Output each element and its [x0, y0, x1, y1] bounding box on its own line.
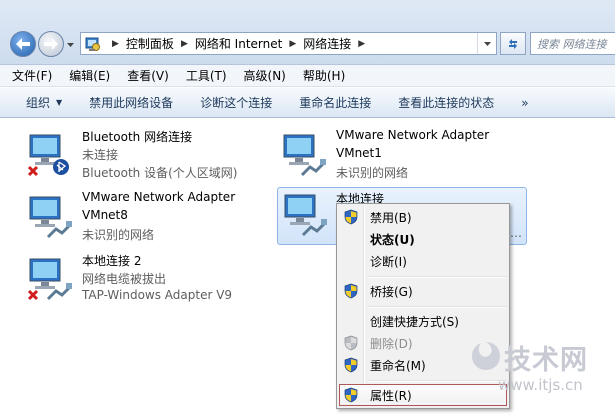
network-adapter-icon	[27, 258, 72, 301]
connection-name: VMware Network Adapter	[336, 128, 490, 142]
network-adapter-icon	[284, 194, 327, 237]
menu-file[interactable]: 文件(F)	[12, 67, 52, 84]
menu-view[interactable]: 查看(V)	[127, 67, 169, 84]
menu-advanced[interactable]: 高级(N)	[244, 67, 286, 84]
menu-item-label: 桥接(G)	[370, 284, 413, 299]
uac-shield-icon	[344, 209, 358, 225]
menu-item-bridge[interactable]: 桥接(G)	[339, 280, 507, 302]
address-box[interactable]: ▶ 控制面板 ▶ 网络和 Internet ▶ 网络连接 ▶	[80, 32, 497, 55]
network-adapter-icon	[27, 134, 69, 177]
uac-shield-icon	[344, 387, 358, 403]
arrow-left-icon	[16, 38, 30, 50]
breadcrumb-control-panel[interactable]: 控制面板	[126, 35, 174, 52]
breadcrumb-chevron-icon[interactable]: ▶	[112, 39, 119, 49]
recent-pages-dropdown[interactable]	[66, 40, 75, 49]
rename-connection-button[interactable]: 重命名此连接	[299, 94, 371, 111]
menu-item-status[interactable]: 状态(U)	[339, 228, 507, 250]
organize-button[interactable]: 组织 ▼	[26, 94, 62, 111]
connection-name: VMware Network Adapter	[82, 190, 236, 204]
connection-name: Bluetooth 网络连接	[82, 130, 193, 144]
list-item-vmnet1[interactable]: VMware Network Adapter VMnet1 未识别的网络	[280, 128, 510, 184]
menu-item-disable[interactable]: 禁用(B)	[339, 206, 507, 228]
breadcrumb-chevron-icon[interactable]: ▶	[181, 39, 188, 49]
refresh-button[interactable]	[500, 32, 526, 55]
command-bar: 组织 ▼ 禁用此网络设备 诊断这个连接 重命名此连接 查看此连接的状态 »	[0, 88, 615, 118]
view-status-button[interactable]: 查看此连接的状态	[398, 94, 494, 111]
diagnose-connection-button[interactable]: 诊断这个连接	[200, 94, 272, 111]
organize-label: 组织	[26, 96, 51, 110]
forward-button[interactable]	[38, 31, 64, 57]
menu-item-label: 属性(R)	[370, 388, 412, 403]
connection-device: TAP-Windows Adapter V9	[82, 288, 233, 302]
menu-separator	[367, 276, 507, 278]
breadcrumb-network-internet[interactable]: 网络和 Internet	[195, 35, 282, 52]
breadcrumb-chevron-icon[interactable]: ▶	[289, 39, 296, 49]
connection-status: 未连接	[82, 148, 119, 162]
connection-truncated: …	[510, 226, 522, 240]
search-placeholder: 搜索 网络连接	[537, 37, 607, 51]
watermark: 技术网 www.itjs.cn	[470, 336, 610, 412]
watermark-logo-icon	[472, 342, 500, 370]
menu-tools[interactable]: 工具(T)	[186, 67, 227, 84]
menu-help[interactable]: 帮助(H)	[303, 67, 345, 84]
uac-shield-icon	[344, 357, 358, 373]
back-button[interactable]	[10, 31, 36, 57]
more-commands-button[interactable]: »	[521, 96, 528, 110]
refresh-icon	[509, 38, 517, 49]
network-adapter-icon	[283, 134, 326, 177]
list-item-bluetooth[interactable]: Bluetooth 网络连接 未连接 Bluetooth 设备(个人区域网)	[26, 128, 256, 184]
menu-bar: 文件(F) 编辑(E) 查看(V) 工具(T) 高级(N) 帮助(H)	[0, 65, 615, 87]
menu-item-label: 创建快捷方式(S)	[370, 314, 459, 329]
connection-name: 本地连接 2	[82, 254, 142, 268]
chevron-down-icon: ▼	[56, 98, 63, 107]
menu-item-label: 禁用(B)	[370, 210, 412, 225]
menu-item-label: 诊断(I)	[370, 254, 407, 269]
address-dropdown-button[interactable]	[477, 33, 496, 54]
arrow-right-icon	[44, 38, 58, 50]
uac-shield-icon	[344, 283, 358, 299]
menu-item-label: 重命名(M)	[370, 358, 426, 373]
address-bar-area: ▶ 控制面板 ▶ 网络和 Internet ▶ 网络连接 ▶ 搜索 网络连接	[0, 0, 615, 65]
watermark-url: www.itjs.cn	[498, 376, 583, 394]
connection-device: Bluetooth 设备(个人区域网)	[82, 166, 238, 180]
connection-adapter-id: VMnet8	[82, 208, 128, 222]
connection-network: 未识别的网络	[82, 228, 155, 242]
breadcrumb-network-connections[interactable]: 网络连接	[303, 35, 351, 52]
menu-separator	[367, 306, 507, 308]
connection-network: 未识别的网络	[336, 166, 409, 180]
menu-item-create-shortcut[interactable]: 创建快捷方式(S)	[339, 310, 507, 332]
menu-item-diagnose[interactable]: 诊断(I)	[339, 250, 507, 272]
breadcrumb-chevron-icon[interactable]: ▶	[358, 39, 365, 49]
disable-device-button[interactable]: 禁用此网络设备	[89, 94, 173, 111]
network-adapter-icon	[29, 196, 72, 239]
search-input[interactable]: 搜索 网络连接	[530, 32, 615, 55]
list-item-local-connection-2[interactable]: 本地连接 2 网络电缆被拔出 TAP-Windows Adapter V9	[26, 252, 256, 308]
chevron-down-icon	[483, 42, 491, 46]
control-panel-icon	[85, 37, 100, 51]
list-item-vmnet8[interactable]: VMware Network Adapter VMnet8 未识别的网络	[26, 190, 256, 246]
menu-item-label: 状态(U)	[370, 232, 415, 247]
connection-status: 网络电缆被拔出	[82, 272, 167, 286]
menu-item-label: 删除(D)	[370, 336, 413, 351]
watermark-brand: 技术网	[504, 345, 588, 376]
menu-edit[interactable]: 编辑(E)	[69, 67, 110, 84]
uac-shield-icon	[344, 335, 358, 351]
connection-adapter-id: VMnet1	[336, 146, 382, 160]
